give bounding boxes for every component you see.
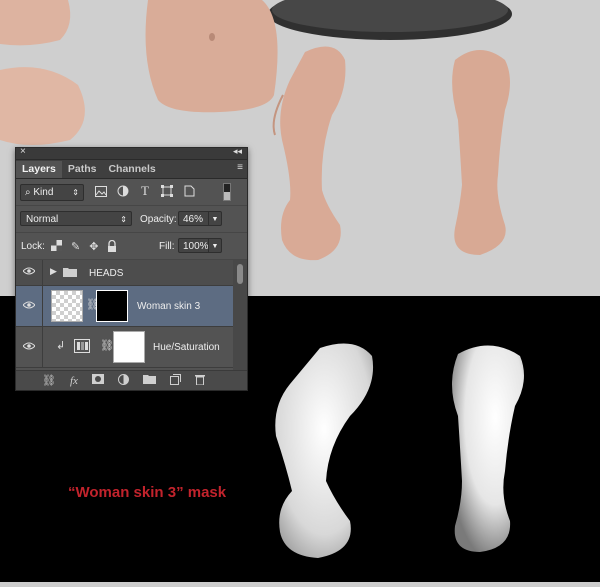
smart-object-filter-icon[interactable]	[182, 184, 196, 198]
lock-transparent-pixels-icon[interactable]	[51, 240, 62, 255]
filter-row: ⌕ Kind ⇕ T	[16, 179, 247, 206]
search-icon: ⌕	[25, 187, 31, 198]
type-filter-icon[interactable]: T	[138, 183, 152, 198]
fill-value: 100%	[183, 241, 209, 252]
layers-list: ▶ HEADS ⛓ Woman skin 3 ↲ ⛓ Hue/Saturatio…	[16, 260, 247, 370]
visibility-eye-icon[interactable]	[22, 301, 36, 312]
shape-filter-icon[interactable]	[160, 184, 174, 198]
tab-channels[interactable]: Channels	[102, 161, 161, 178]
link-icon[interactable]: ⛓	[42, 374, 56, 387]
layer-mask-thumbnail[interactable]	[96, 290, 128, 322]
close-icon[interactable]: ×	[20, 146, 26, 157]
image-filter-icon[interactable]	[94, 184, 108, 198]
adjustment-icon[interactable]	[117, 373, 129, 388]
layer-row-woman-skin-3[interactable]: ⛓ Woman skin 3	[16, 286, 233, 327]
visibility-eye-icon[interactable]	[22, 267, 36, 278]
layer-row-hue-saturation[interactable]: ↲ ⛓ Hue/Saturation	[16, 327, 233, 368]
folder-icon[interactable]	[142, 374, 156, 387]
layer-thumbnail[interactable]	[51, 290, 83, 322]
adjustment-mask-thumbnail[interactable]	[113, 331, 145, 363]
layers-scrollbar[interactable]	[233, 260, 247, 370]
folder-icon	[63, 267, 77, 280]
link-chain-icon[interactable]: ⛓	[100, 339, 114, 352]
panel-menu-icon[interactable]: ≡	[237, 162, 243, 173]
filter-kind-label: Kind	[33, 187, 54, 198]
filter-kind-select[interactable]: ⌕ Kind ⇕	[20, 184, 84, 201]
visibility-eye-icon[interactable]	[22, 342, 36, 353]
collapse-icon[interactable]: ◂◂	[233, 146, 242, 157]
panel-titlebar: × ◂◂	[16, 146, 247, 160]
lock-all-icon[interactable]	[107, 239, 117, 255]
chevron-updown-icon: ⇕	[120, 215, 127, 224]
adjustment-filter-icon[interactable]	[116, 184, 130, 198]
mask-icon[interactable]	[91, 374, 104, 387]
blend-mode-select[interactable]: Normal ⇕	[20, 211, 132, 226]
expand-triangle-icon[interactable]: ▶	[50, 266, 57, 277]
clipping-arrow-icon: ↲	[56, 340, 66, 352]
trash-icon[interactable]	[194, 374, 205, 388]
chevron-down-icon[interactable]: ▼	[208, 239, 221, 252]
mask-caption: “Woman skin 3” mask	[68, 484, 227, 501]
tab-layers[interactable]: Layers	[16, 161, 62, 178]
filter-toggle-switch[interactable]	[223, 183, 231, 201]
opacity-value: 46%	[183, 214, 204, 225]
layers-panel: × ◂◂ Layers Paths Channels ≡ ⌕ Kind ⇕ T	[15, 146, 248, 391]
layer-name: HEADS	[89, 268, 124, 279]
layer-row-heads[interactable]: ▶ HEADS	[16, 260, 233, 286]
lock-position-icon[interactable]: ✥	[89, 240, 98, 255]
blend-mode-value: Normal	[26, 214, 59, 225]
adjustment-layer-icon	[74, 339, 90, 356]
lock-image-pixels-icon[interactable]: ✎	[71, 240, 80, 255]
lock-row: Lock: ✎ ✥ Fill: 100% ▼	[16, 233, 247, 260]
blend-row: Normal ⇕ Opacity: 46% ▼	[16, 206, 247, 233]
opacity-field[interactable]: 46% ▼	[178, 211, 222, 226]
chevron-down-icon[interactable]: ▼	[208, 212, 221, 225]
scrollbar-thumb[interactable]	[237, 264, 243, 284]
layer-name: Hue/Saturation	[153, 342, 220, 353]
panel-bottom-bar: ⛓ fx	[16, 370, 247, 390]
lock-label: Lock:	[21, 241, 45, 252]
layer-name: Woman skin 3	[137, 301, 201, 312]
fx-icon[interactable]: fx	[70, 375, 78, 387]
fill-field[interactable]: 100% ▼	[178, 238, 222, 253]
new-layer-icon[interactable]	[169, 373, 181, 388]
fill-label: Fill:	[159, 241, 175, 252]
panel-tabs: Layers Paths Channels ≡	[16, 160, 247, 179]
opacity-label: Opacity:	[140, 214, 177, 225]
tab-paths[interactable]: Paths	[62, 161, 103, 178]
chevron-updown-icon: ⇕	[72, 188, 79, 197]
